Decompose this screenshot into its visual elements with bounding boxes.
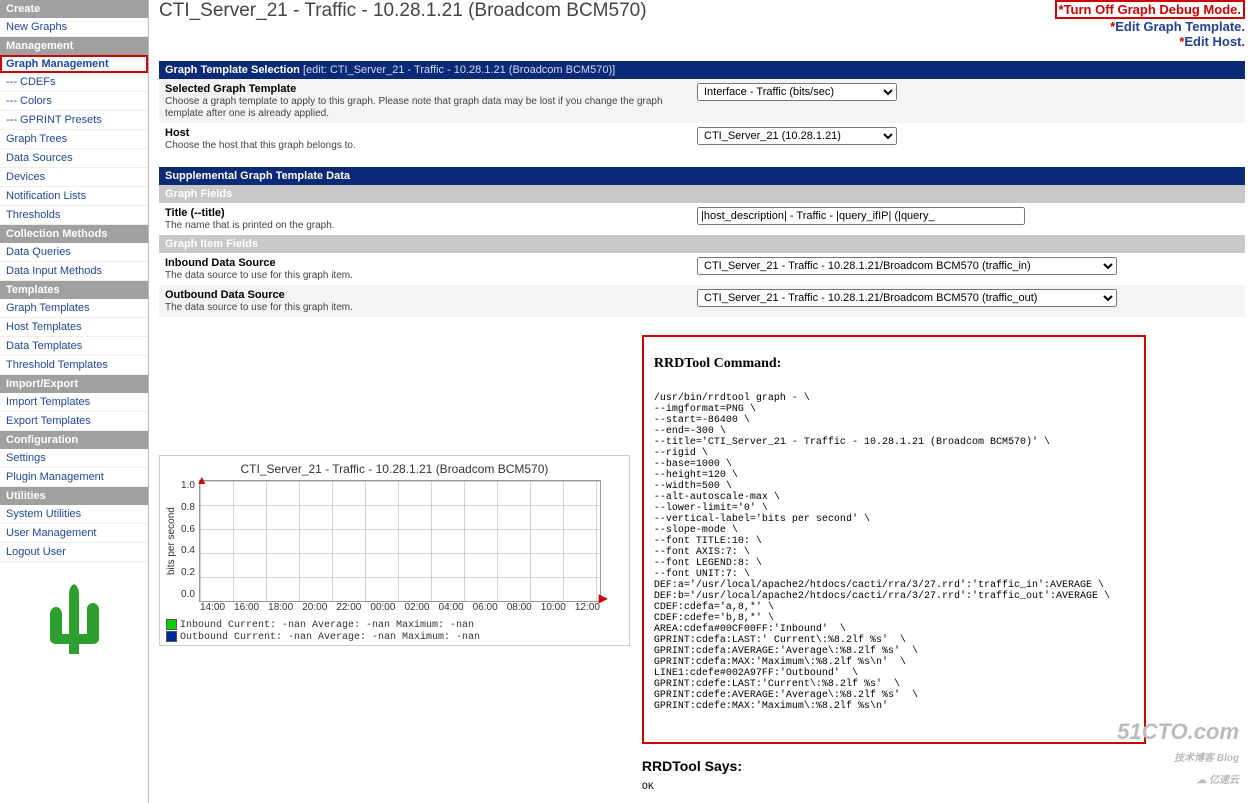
sidebar-item[interactable]: --- CDEFs <box>0 73 148 92</box>
sidebar-header: Import/Export <box>0 375 148 393</box>
graph-title: CTI_Server_21 - Traffic - 10.28.1.21 (Br… <box>166 462 623 476</box>
selected-template-select[interactable]: Interface - Traffic (bits/sec) <box>697 83 897 101</box>
sidebar-header: Create <box>0 0 148 18</box>
turn-off-debug-link[interactable]: *Turn Off Graph Debug Mode. <box>1055 0 1245 19</box>
graph-fields-header: Graph Fields <box>159 185 1245 203</box>
sidebar-header: Collection Methods <box>0 225 148 243</box>
sidebar-header: Configuration <box>0 431 148 449</box>
graph-preview: CTI_Server_21 - Traffic - 10.28.1.21 (Br… <box>159 455 630 793</box>
sidebar-item[interactable]: Import Templates <box>0 393 148 412</box>
watermark: 51CTO.com 技术博客 Blog ☁ 亿速云 <box>1117 721 1239 787</box>
x-axis-ticks: 14:0016:0018:0020:0022:0000:0002:0004:00… <box>200 602 600 613</box>
sidebar-item[interactable]: --- Colors <box>0 92 148 111</box>
sidebar-item[interactable]: Data Templates <box>0 337 148 356</box>
rrdtool-command-title: RRDTool Command: <box>654 356 1134 372</box>
sidebar-item[interactable]: Data Sources <box>0 149 148 168</box>
selected-template-label: Selected Graph Template <box>165 83 685 95</box>
arrow-up-icon: ▲ <box>196 473 208 487</box>
graph-item-fields-header: Graph Item Fields <box>159 235 1245 253</box>
y-axis-ticks: 1.00.80.60.40.20.0 <box>181 480 195 600</box>
title-label: Title (--title) <box>165 207 685 219</box>
sidebar-item[interactable]: Graph Templates <box>0 299 148 318</box>
sidebar-header: Templates <box>0 281 148 299</box>
title-input[interactable] <box>697 207 1025 225</box>
sidebar-item[interactable]: Devices <box>0 168 148 187</box>
sidebar-header: Management <box>0 37 148 55</box>
supplemental-data-bar: Supplemental Graph Template Data <box>159 167 1245 185</box>
inbound-ds-label: Inbound Data Source <box>165 257 685 269</box>
sidebar-item[interactable]: Threshold Templates <box>0 356 148 375</box>
page-title: CTI_Server_21 - Traffic - 10.28.1.21 (Br… <box>159 0 647 22</box>
sidebar-item[interactable]: Host Templates <box>0 318 148 337</box>
sidebar-item[interactable]: Notification Lists <box>0 187 148 206</box>
sidebar-item[interactable]: Logout User <box>0 543 148 562</box>
sidebar-item[interactable]: New Graphs <box>0 18 148 37</box>
sidebar-item[interactable]: Thresholds <box>0 206 148 225</box>
main-content: CTI_Server_21 - Traffic - 10.28.1.21 (Br… <box>149 0 1251 803</box>
inbound-swatch-icon <box>166 619 177 630</box>
sidebar-item[interactable]: --- GPRINT Presets <box>0 111 148 130</box>
sidebar-item[interactable]: Plugin Management <box>0 468 148 487</box>
rrdtool-command-body: /usr/bin/rrdtool graph - \ --imgformat=P… <box>654 393 1134 712</box>
outbound-ds-label: Outbound Data Source <box>165 289 685 301</box>
sidebar-item[interactable]: Export Templates <box>0 412 148 431</box>
sidebar-item[interactable]: User Management <box>0 524 148 543</box>
edit-host-link[interactable]: Edit Host. <box>1184 34 1245 49</box>
sidebar-item[interactable]: Graph Management <box>0 55 148 73</box>
sidebar: CreateNew GraphsManagementGraph Manageme… <box>0 0 149 803</box>
sidebar-item[interactable]: Settings <box>0 449 148 468</box>
top-action-links: *Turn Off Graph Debug Mode. *Edit Graph … <box>1055 0 1245 49</box>
inbound-ds-select[interactable]: CTI_Server_21 - Traffic - 10.28.1.21/Bro… <box>697 257 1117 275</box>
sidebar-item[interactable]: System Utilities <box>0 505 148 524</box>
rrdtool-command-box: RRDTool Command: /usr/bin/rrdtool graph … <box>642 335 1146 744</box>
cacti-logo-icon <box>44 574 104 654</box>
sidebar-item[interactable]: Data Input Methods <box>0 262 148 281</box>
sidebar-header: Utilities <box>0 487 148 505</box>
outbound-ds-select[interactable]: CTI_Server_21 - Traffic - 10.28.1.21/Bro… <box>697 289 1117 307</box>
y-axis-label: bits per second <box>166 480 177 602</box>
sidebar-item[interactable]: Graph Trees <box>0 130 148 149</box>
host-label: Host <box>165 127 685 139</box>
graph-legend: Inbound Current: -nan Average: -nan Maxi… <box>166 619 623 643</box>
outbound-swatch-icon <box>166 631 177 642</box>
plot-area: ▲ ▶ <box>199 480 601 602</box>
arrow-right-icon: ▶ <box>599 591 608 605</box>
sidebar-item[interactable]: Data Queries <box>0 243 148 262</box>
edit-graph-template-link[interactable]: Edit Graph Template. <box>1115 19 1245 34</box>
graph-template-selection-bar: Graph Template Selection [edit: CTI_Serv… <box>159 61 1245 79</box>
host-select[interactable]: CTI_Server_21 (10.28.1.21) <box>697 127 897 145</box>
